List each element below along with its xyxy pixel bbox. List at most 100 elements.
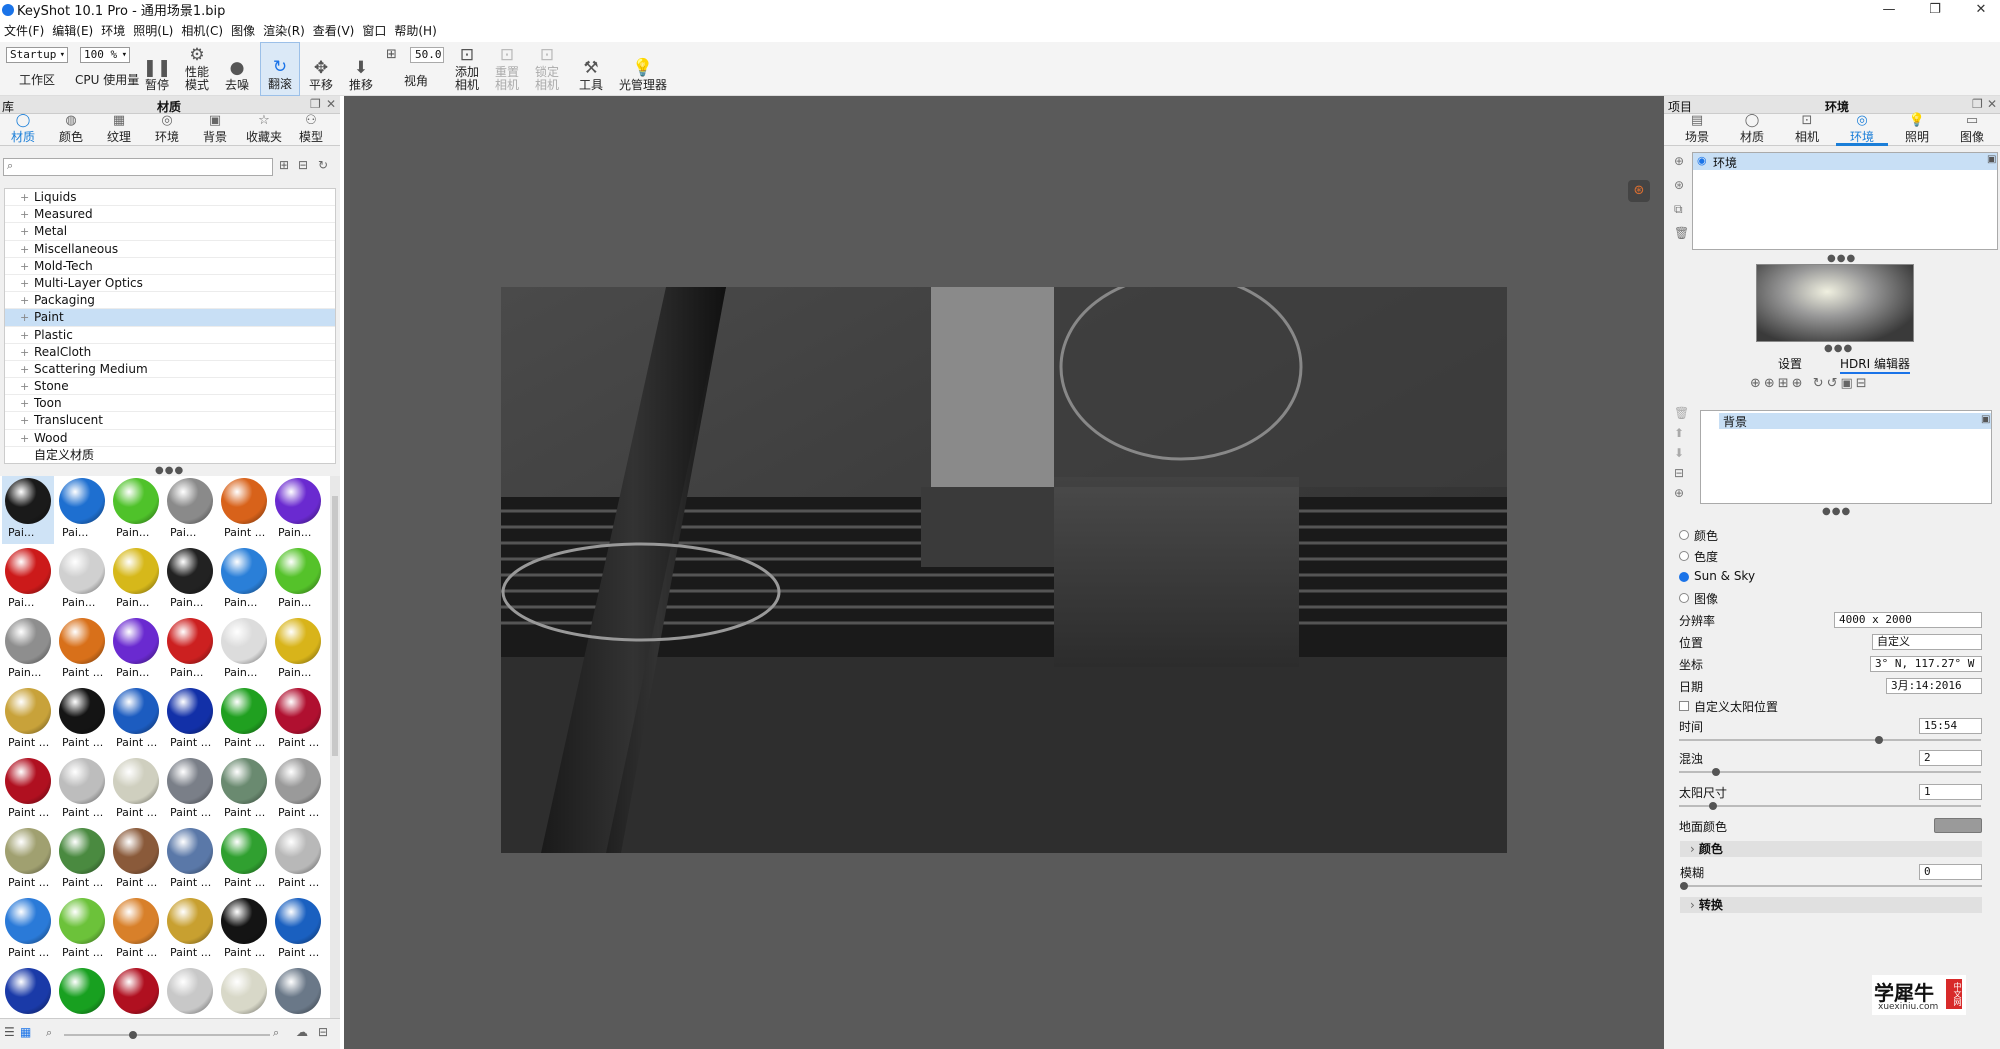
expand-icon[interactable]: +	[20, 189, 29, 206]
grid-view-icon[interactable]: ▦	[20, 1025, 31, 1039]
material-thumbnail[interactable]: Pain...	[110, 476, 162, 544]
tab-lighting[interactable]: 💡 照明	[1902, 114, 1932, 145]
tab-material[interactable]: ◯ 材质	[1737, 114, 1767, 145]
material-thumbnail[interactable]: Paint ...	[272, 826, 324, 894]
material-thumbnail[interactable]: Pai...	[2, 476, 54, 544]
menu-image[interactable]: 图像	[227, 22, 259, 39]
tree-item[interactable]: + Packaging	[5, 292, 335, 310]
zoom-out-icon[interactable]: ⌕	[46, 1026, 52, 1040]
material-thumbnail[interactable]: Pain...	[218, 546, 270, 614]
tab-models[interactable]: ⚇ 模型	[296, 114, 326, 145]
sun-size-slider[interactable]	[1679, 805, 1981, 807]
minimize-button[interactable]: —	[1866, 0, 1912, 19]
pan-button[interactable]: ✥ 平移	[306, 42, 336, 96]
material-thumbnail[interactable]: Pai...	[2, 546, 54, 614]
tab-settings[interactable]: 设置	[1778, 355, 1802, 372]
turbidity-slider-knob[interactable]	[1712, 768, 1720, 776]
lock-camera-button[interactable]: ⊡ 锁定 相机	[532, 42, 562, 96]
material-thumbnail[interactable]: Paint ...	[218, 896, 270, 964]
splitter-handle[interactable]: ●●●	[155, 465, 184, 476]
folder-icon[interactable]: ⊟	[1674, 466, 1684, 480]
expand-icon[interactable]: +	[20, 292, 29, 309]
performance-mode-button[interactable]: ⚙ 性能 模式	[178, 42, 216, 96]
panel-close-icon[interactable]: ✕	[326, 97, 336, 111]
menu-view[interactable]: 查看(V)	[309, 22, 359, 39]
material-thumbnail[interactable]: Pain...	[272, 546, 324, 614]
turbidity-slider[interactable]	[1679, 771, 1981, 773]
tab-favorites[interactable]: ☆ 收藏夹	[244, 114, 284, 145]
pause-button[interactable]: ❚❚ 暂停	[142, 42, 172, 96]
tab-scene[interactable]: ▤ 场景	[1682, 114, 1712, 145]
material-thumbnail[interactable]: Pai...	[56, 476, 108, 544]
tab-environment[interactable]: ◎ 环境	[1836, 114, 1888, 146]
thumbnail-scrollbar[interactable]	[330, 476, 340, 1018]
time-slider-knob[interactable]	[1875, 736, 1883, 744]
location-dropdown[interactable]: 自定义	[1872, 634, 1982, 650]
material-thumbnail[interactable]	[218, 966, 270, 1018]
color-section-header[interactable]: › 颜色	[1680, 841, 1982, 857]
tumble-button[interactable]: ↻ 翻滚	[260, 42, 300, 96]
expand-icon[interactable]: +	[20, 223, 29, 240]
move-up-icon[interactable]: ⬆	[1674, 426, 1684, 440]
cpu-dropdown[interactable]: 100 %	[80, 47, 130, 63]
expand-icon[interactable]: +	[20, 378, 29, 395]
delete-icon[interactable]: 🗑	[1674, 226, 1689, 240]
tools-button[interactable]: ⚒ 工具	[576, 42, 606, 96]
material-thumbnail[interactable]: Paint ...	[272, 756, 324, 824]
folder-add-icon[interactable]: ⊞	[279, 158, 289, 172]
menu-render[interactable]: 渲染(R)	[259, 22, 309, 39]
material-thumbnail[interactable]: Paint ...	[56, 826, 108, 894]
material-thumbnail[interactable]: Paint ...	[110, 756, 162, 824]
list-item[interactable]: ◉ 环境 ▣	[1693, 153, 1997, 170]
tree-item[interactable]: + Metal	[5, 223, 335, 241]
ground-color-swatch[interactable]	[1934, 818, 1982, 833]
tab-colors[interactable]: ◍ 颜色	[56, 114, 86, 145]
copy-icon[interactable]: ⧉	[1674, 202, 1683, 217]
material-thumbnail[interactable]: Paint ...	[164, 686, 216, 754]
tree-item[interactable]: + Multi-Layer Optics	[5, 275, 335, 293]
tree-item[interactable]: + Scattering Medium	[5, 361, 335, 379]
material-thumbnail[interactable]	[164, 966, 216, 1018]
tree-item[interactable]: + Translucent	[5, 412, 335, 430]
duplicate-environment-icon[interactable]: ⊛	[1674, 178, 1684, 192]
cloud-library-icon[interactable]: ☁	[296, 1025, 308, 1039]
splitter-handle[interactable]: ●●●	[1827, 253, 1856, 264]
tree-item[interactable]: + Mold-Tech	[5, 258, 335, 275]
list-view-icon[interactable]: ☰	[4, 1025, 15, 1039]
material-thumbnail[interactable]: Pain...	[110, 546, 162, 614]
material-thumbnail[interactable]: Paint ...	[218, 756, 270, 824]
material-thumbnail[interactable]: Pain...	[110, 616, 162, 684]
move-down-icon[interactable]: ⬇	[1674, 446, 1684, 460]
delete-pin-icon[interactable]: 🗑	[1674, 406, 1689, 420]
material-thumbnail[interactable]: Paint ...	[218, 826, 270, 894]
material-thumbnail[interactable]: Paint ...	[56, 616, 108, 684]
material-thumbnail[interactable]	[110, 966, 162, 1018]
material-thumbnail[interactable]: Paint ...	[110, 896, 162, 964]
expand-icon[interactable]: +	[20, 344, 29, 361]
material-thumbnail[interactable]: Paint ...	[164, 896, 216, 964]
tree-item[interactable]: + RealCloth	[5, 344, 335, 361]
material-thumbnail[interactable]: Pai...	[164, 476, 216, 544]
close-button[interactable]: ✕	[1958, 0, 2000, 19]
hdri-preview[interactable]	[1756, 264, 1914, 342]
tab-camera[interactable]: ⊡ 相机	[1792, 114, 1822, 145]
panel-close-icon[interactable]: ✕	[1987, 97, 1997, 111]
tree-item[interactable]: + Plastic	[5, 327, 335, 344]
menu-camera[interactable]: 相机(C)	[177, 22, 227, 39]
turbidity-input[interactable]: 2	[1919, 750, 1982, 766]
tab-environments[interactable]: ◎ 环境	[152, 114, 182, 145]
material-thumbnail[interactable]: Paint ...	[2, 896, 54, 964]
material-thumbnail[interactable]: Paint ...	[218, 686, 270, 754]
date-input[interactable]: 3月:14:2016	[1886, 678, 1982, 694]
dolly-button[interactable]: ⬇ 推移	[346, 42, 376, 96]
import-folder-icon[interactable]: ⊟	[318, 1025, 328, 1039]
expand-icon[interactable]: +	[20, 361, 29, 378]
material-thumbnail[interactable]	[2, 966, 54, 1018]
material-thumbnail[interactable]: Paint ...	[164, 756, 216, 824]
tree-item[interactable]: + Toon	[5, 395, 335, 413]
material-thumbnail[interactable]: Paint ...	[272, 686, 324, 754]
workspace-dropdown[interactable]: Startup	[6, 47, 68, 63]
tab-backgrounds[interactable]: ▣ 背景	[200, 114, 230, 145]
material-thumbnail[interactable]: Paint ...	[56, 896, 108, 964]
coordinates-input[interactable]: 3° N, 117.27° W	[1870, 656, 1982, 672]
